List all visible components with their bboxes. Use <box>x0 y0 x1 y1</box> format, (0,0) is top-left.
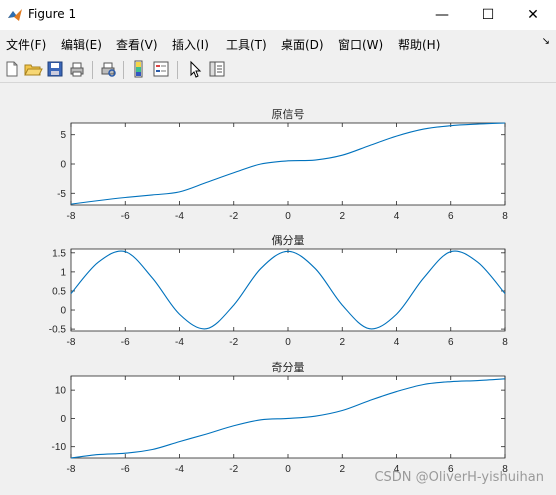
watermark-text: CSDN @OliverH-yishuihan <box>374 470 544 485</box>
x-tick-label: 8 <box>502 211 508 222</box>
menu-help[interactable]: 帮助(H) <box>398 36 440 53</box>
menu-view[interactable]: 查看(V) <box>116 36 158 53</box>
x-tick-label: -4 <box>175 464 184 475</box>
axes-box <box>70 248 506 332</box>
new-figure-icon[interactable] <box>2 59 22 79</box>
y-tick-label: 10 <box>55 386 67 397</box>
x-tick-label: 6 <box>448 337 454 348</box>
x-tick-label: -8 <box>67 211 76 222</box>
x-tick-label: 0 <box>285 464 291 475</box>
property-inspector-icon[interactable] <box>207 59 227 79</box>
matlab-logo-icon <box>8 9 22 21</box>
menu-window[interactable]: 窗口(W) <box>338 36 383 53</box>
minimize-button[interactable]: — <box>419 0 465 30</box>
y-tick-label: 0.5 <box>52 286 66 297</box>
y-tick-label: -10 <box>52 442 67 453</box>
x-tick-label: -4 <box>175 337 184 348</box>
y-tick-label: 1.5 <box>52 248 66 259</box>
y-tick-label: 5 <box>60 130 66 141</box>
x-tick-label: 4 <box>394 211 400 222</box>
title-bar: Figure 1 — ☐ ✕ <box>0 0 556 30</box>
menu-file[interactable]: 文件(F) <box>6 36 46 53</box>
window-title: Figure 1 <box>28 7 77 21</box>
subplot-title: 奇分量 <box>272 361 305 374</box>
subplot-title: 原信号 <box>272 108 305 121</box>
y-tick-label: -5 <box>57 189 66 200</box>
close-button[interactable]: ✕ <box>510 0 556 30</box>
save-icon[interactable] <box>45 59 65 79</box>
x-tick-label: -8 <box>67 337 76 348</box>
x-tick-label: 4 <box>394 337 400 348</box>
open-file-icon[interactable] <box>23 59 43 79</box>
x-tick-label: -8 <box>67 464 76 475</box>
x-tick-label: -6 <box>121 337 130 348</box>
y-tick-label: 0 <box>60 414 66 425</box>
x-tick-label: 8 <box>502 337 508 348</box>
insert-colorbar-icon[interactable] <box>129 59 149 79</box>
maximize-button[interactable]: ☐ <box>465 0 511 30</box>
toolbar-separator <box>123 61 124 79</box>
x-tick-label: 0 <box>285 211 291 222</box>
toolbar <box>0 55 556 83</box>
menu-desktop[interactable]: 桌面(D) <box>281 36 324 53</box>
x-tick-label: 2 <box>339 211 345 222</box>
print-icon[interactable] <box>67 59 87 79</box>
x-tick-label: 2 <box>339 464 345 475</box>
menu-bar: 文件(F) 编辑(E) 查看(V) 插入(I) 工具(T) 桌面(D) 窗口(W… <box>0 30 556 55</box>
y-tick-label: 1 <box>60 267 66 278</box>
x-tick-label: -2 <box>229 211 238 222</box>
toolbar-separator <box>177 61 178 79</box>
menu-overflow-icon[interactable]: ↘ <box>542 36 550 47</box>
figure-canvas[interactable]: 原信号 -8 -6 -4 -2 0 2 4 6 8 -5 0 5 偶分量 -8 -6 -4 -2 0 2 4 6 8 -0.5… <box>0 84 556 495</box>
x-tick-label: -6 <box>121 211 130 222</box>
axes-box <box>70 375 506 459</box>
y-tick-label: 0 <box>60 160 66 171</box>
toolbar-separator <box>92 61 93 79</box>
menu-tools[interactable]: 工具(T) <box>226 36 267 53</box>
x-tick-label: -2 <box>229 464 238 475</box>
print-preview-icon[interactable] <box>98 59 118 79</box>
x-tick-label: 2 <box>339 337 345 348</box>
menu-insert[interactable]: 插入(I) <box>172 36 209 53</box>
x-tick-label: -4 <box>175 211 184 222</box>
y-tick-label: 0 <box>60 306 66 317</box>
menu-edit[interactable]: 编辑(E) <box>61 36 102 53</box>
subplot-title: 偶分量 <box>272 234 305 247</box>
x-tick-label: 0 <box>285 337 291 348</box>
x-tick-label: 6 <box>448 211 454 222</box>
insert-legend-icon[interactable] <box>151 59 171 79</box>
y-tick-label: -0.5 <box>49 325 67 336</box>
x-tick-label: -6 <box>121 464 130 475</box>
axes-box <box>70 122 506 206</box>
x-tick-label: -2 <box>229 337 238 348</box>
edit-plot-arrow-icon[interactable] <box>185 59 205 79</box>
